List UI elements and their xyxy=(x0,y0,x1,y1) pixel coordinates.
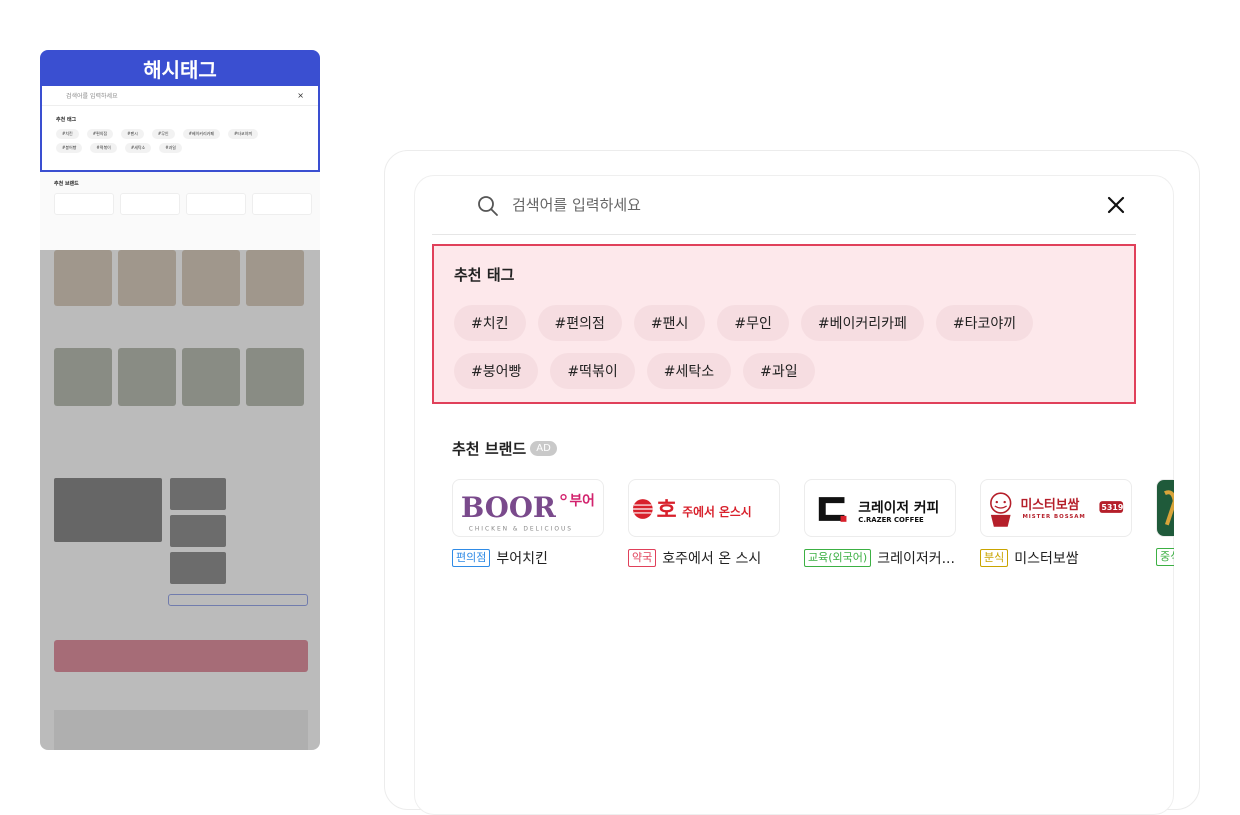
crazer-logo-sub: 크레이저 커피 xyxy=(858,499,939,516)
partial-logo-graphic xyxy=(1164,490,1174,526)
brand-name: 호주에서 온 스시 xyxy=(662,551,762,567)
bossam-logo-graphic: 미스터보쌈 MISTER BOSSAM 5319 xyxy=(990,492,1123,527)
category-badge: 분식 xyxy=(980,549,1009,567)
search-input[interactable] xyxy=(512,191,1072,219)
ad-badge: AD xyxy=(530,441,557,456)
bossam-logo-num: 5319 xyxy=(1101,503,1123,512)
tag-chip[interactable]: #팬시 xyxy=(633,305,706,341)
brand-logo-partial xyxy=(1156,479,1174,537)
thumbnail-rec-title: 추천 태그 xyxy=(56,117,77,123)
hoju-logo-graphic: 호 주에서 온스시 xyxy=(632,498,752,523)
thumbnail-brand-logo xyxy=(54,193,114,215)
brand-card[interactable]: BOOR 부어 CHICKEN & DELICIOUS 편의점 부어치킨 xyxy=(452,479,604,568)
thumbnail-brand-logo xyxy=(120,193,180,215)
thumbnail-search-placeholder: 검색어를 입력하세요 xyxy=(66,93,118,100)
category-badge: 약국 xyxy=(628,549,657,567)
tag-chip[interactable]: #베이커리카페 xyxy=(800,305,924,341)
thumbnail-tag: #치킨 xyxy=(56,129,79,139)
tag-chip[interactable]: #치킨 xyxy=(454,305,526,341)
thumbnail-brand-row xyxy=(40,187,320,215)
brand-logo-boor: BOOR 부어 CHICKEN & DELICIOUS xyxy=(452,479,604,537)
preview-thumbnail: 해시태그 검색어를 입력하세요 × 추천 태그 #치킨 #편의점 #팬시 #무인… xyxy=(40,50,320,750)
thumbnail-brand-logo xyxy=(252,193,312,215)
recommended-tags-title: 추천 태그 xyxy=(454,266,515,284)
brand-meta: 편의점 부어치킨 xyxy=(452,548,604,568)
boor-logo-main: BOOR xyxy=(461,491,557,524)
brand-card[interactable]: 중식 xyxy=(1156,479,1174,566)
crazer-logo-tag: C.RAZER COFFEE xyxy=(858,516,924,524)
category-badge: 중식 xyxy=(1156,548,1174,566)
brand-logo-mister-bossam: 미스터보쌈 MISTER BOSSAM 5319 xyxy=(980,479,1132,537)
thumbnail-brand-logo xyxy=(186,193,246,215)
hoju-logo-main: 호 xyxy=(657,498,677,523)
thumbnail-tag: #베이커리카페 xyxy=(182,129,220,139)
bossam-logo-tag: MISTER BOSSAM xyxy=(1022,514,1085,520)
thumbnail-brand-title: 추천 브랜드 xyxy=(54,181,79,187)
thumbnail-dim-overlay xyxy=(40,250,320,750)
tag-list: #치킨 #편의점 #팬시 #무인 #베이커리카페 #타코야끼 #붕어빵 #떡볶이… xyxy=(454,305,1114,389)
search-bar xyxy=(432,185,1136,235)
crazer-logo-graphic: 크레이저 커피 C.RAZER COFFEE xyxy=(818,497,939,524)
brand-meta: 중식 xyxy=(1156,548,1174,566)
tag-chip[interactable]: #떡볶이 xyxy=(550,353,635,389)
thumbnail-tag: #붕어빵 xyxy=(56,143,83,153)
brand-meta: 교육(외국어) 크레이저커... xyxy=(804,548,956,568)
tag-chip[interactable]: #과일 xyxy=(743,353,815,389)
thumbnail-search-panel: 검색어를 입력하세요 × 추천 태그 #치킨 #편의점 #팬시 #무인 #베이커… xyxy=(40,86,320,172)
brand-meta: 약국 호주에서 온 스시 xyxy=(628,548,780,568)
tag-chip[interactable]: #세탁소 xyxy=(646,353,732,389)
brand-name: 미스터보쌈 xyxy=(1014,551,1079,567)
category-badge: 편의점 xyxy=(452,549,491,567)
tag-chip[interactable]: #붕어빵 xyxy=(454,353,539,389)
thumbnail-tag: #떡볶이 xyxy=(90,143,117,153)
thumbnail-tag: #편의점 xyxy=(86,129,114,139)
category-badge: 교육(외국어) xyxy=(804,549,872,567)
tag-chip[interactable]: #타코야끼 xyxy=(935,305,1034,341)
hoju-logo-sub: 주에서 온스시 xyxy=(682,505,751,519)
thumbnail-tag-list: #치킨 #편의점 #팬시 #무인 #베이커리카페 #타코야끼 #붕어빵 #떡볶이… xyxy=(42,123,292,153)
boor-logo-sub: 부어 xyxy=(569,492,594,509)
thumbnail-tag: #세탁소 xyxy=(124,143,152,153)
thumbnail-tag: #과일 xyxy=(159,143,182,153)
tag-chip[interactable]: #무인 xyxy=(717,305,789,341)
thumbnail-header: 해시태그 xyxy=(40,50,320,86)
close-icon[interactable] xyxy=(1104,193,1128,217)
recommended-tags-section: 추천 태그 #치킨 #편의점 #팬시 #무인 #베이커리카페 #타코야끼 #붕어… xyxy=(432,244,1136,404)
brand-meta: 분식 미스터보쌈 xyxy=(980,548,1132,568)
brand-carousel: BOOR 부어 CHICKEN & DELICIOUS 편의점 부어치킨 호 주… xyxy=(452,479,1174,589)
brand-logo-hoju-sushi: 호 주에서 온스시 xyxy=(628,479,780,537)
thumbnail-close-icon: × xyxy=(297,91,304,100)
tag-chip[interactable]: #편의점 xyxy=(537,305,622,341)
boor-logo-graphic: BOOR 부어 CHICKEN & DELICIOUS xyxy=(461,491,595,533)
search-icon xyxy=(478,196,498,216)
boor-logo-tag: CHICKEN & DELICIOUS xyxy=(469,527,573,533)
thumbnail-tag: #타코야끼 xyxy=(228,129,259,139)
brand-name: 크레이저커... xyxy=(877,551,955,567)
recommended-brands-label: 추천 브랜드 xyxy=(452,440,527,458)
bossam-logo-main: 미스터보쌈 xyxy=(1020,497,1079,513)
brand-card[interactable]: 크레이저 커피 C.RAZER COFFEE 교육(외국어) 크레이저커... xyxy=(804,479,956,568)
recommended-brands-title: 추천 브랜드 AD xyxy=(452,438,557,459)
brand-logo-crazer-coffee: 크레이저 커피 C.RAZER COFFEE xyxy=(804,479,956,537)
brand-card[interactable]: 호 주에서 온스시 약국 호주에서 온 스시 xyxy=(628,479,780,568)
thumbnail-tag: #무인 xyxy=(151,129,175,139)
brand-card[interactable]: 미스터보쌈 MISTER BOSSAM 5319 분식 미스터보쌈 xyxy=(980,479,1132,568)
brand-name: 부어치킨 xyxy=(496,551,548,567)
thumbnail-tag: #팬시 xyxy=(121,129,144,139)
thumbnail-search-row: 검색어를 입력하세요 × xyxy=(42,86,318,106)
